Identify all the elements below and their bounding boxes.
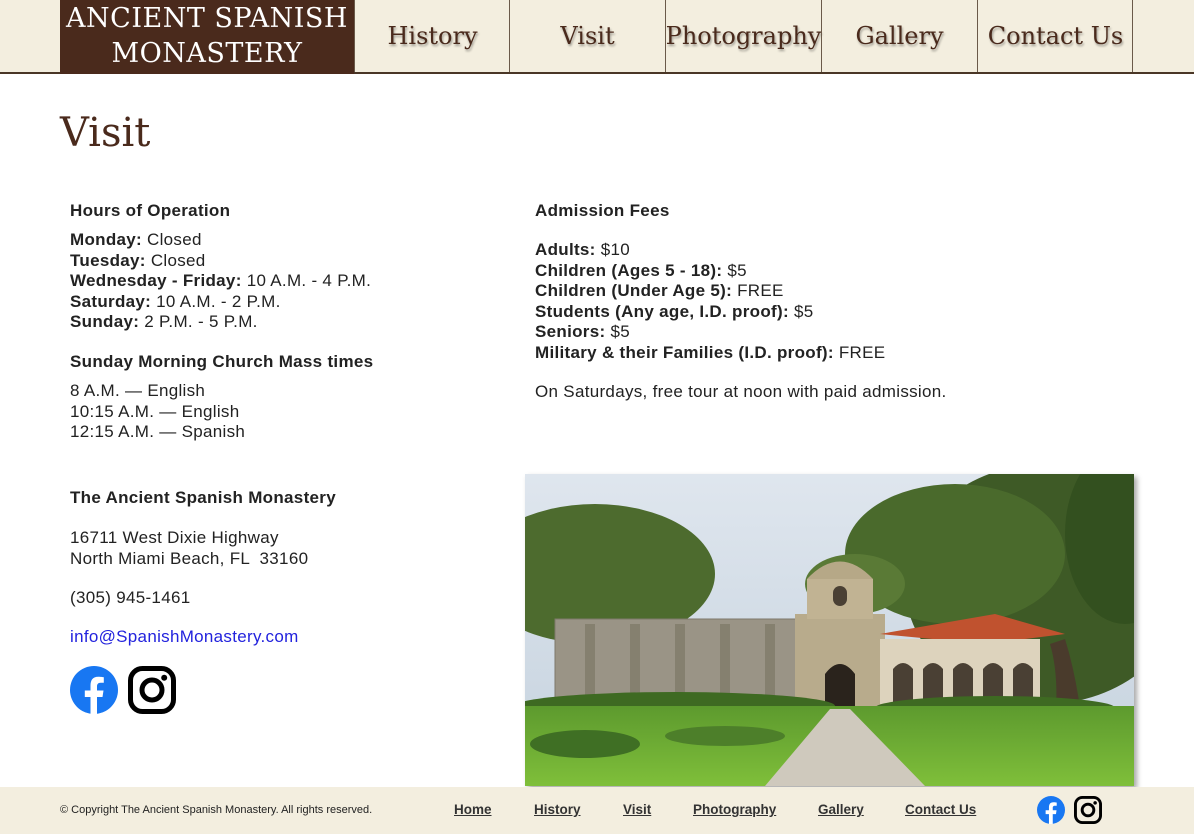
nav-photography[interactable]: Photography [665, 0, 821, 72]
hours-row: Wednesday - Friday: 10 A.M. - 4 P.M. [70, 271, 371, 292]
mass-time: 8 A.M. — English [70, 381, 206, 400]
mass-time: 12:15 A.M. — Spanish [70, 422, 246, 441]
address: 16711 West Dixie Highway North Miami Bea… [70, 528, 308, 569]
hours-day: Saturday: [70, 291, 152, 311]
nav-gallery[interactable]: Gallery [821, 0, 977, 72]
instagram-icon[interactable] [128, 666, 176, 714]
fee-label: Adults: [535, 240, 596, 259]
page-title: Visit [60, 110, 151, 156]
nav-contact-us[interactable]: Contact Us [977, 0, 1133, 72]
fee-row: Students (Any age, I.D. proof): $5 [535, 302, 885, 323]
hours-list: Monday: Closed Tuesday: Closed Wednesday… [70, 230, 371, 333]
fee-row: Children (Ages 5 - 18): $5 [535, 261, 885, 282]
footer-link-home[interactable]: Home [454, 802, 492, 817]
nav-visit[interactable]: Visit [509, 0, 665, 72]
hours-row: Saturday: 10 A.M. - 2 P.M. [70, 292, 371, 313]
hours-row: Monday: Closed [70, 230, 371, 251]
fee-label: Children (Ages 5 - 18): [535, 260, 723, 280]
hours-day: Sunday: [70, 312, 140, 331]
facebook-icon[interactable] [70, 666, 118, 714]
logo-line-2: MONASTERY [111, 38, 303, 69]
logo-line-1: ANCIENT SPANISH [66, 3, 348, 34]
mass-list: 8 A.M. — English 10:15 A.M. — English 12… [70, 381, 245, 443]
phone-number: (305) 945-1461 [70, 588, 191, 607]
fees-heading: Admission Fees [535, 201, 670, 220]
hours-day: Monday: [70, 230, 142, 249]
hours-time: 10 A.M. - 2 P.M. [156, 291, 281, 311]
fee-label: Military & their Families (I.D. proof): [535, 342, 834, 362]
fees-list: Adults: $10 Children (Ages 5 - 18): $5 C… [535, 240, 885, 363]
footer-link-visit[interactable]: Visit [623, 802, 651, 817]
site-header: ANCIENT SPANISH MONASTERY History Visit … [0, 0, 1194, 74]
nav-divider [1132, 0, 1133, 72]
footer-link-history[interactable]: History [534, 802, 581, 817]
site-logo[interactable]: ANCIENT SPANISH MONASTERY [60, 0, 354, 74]
mass-heading: Sunday Morning Church Mass times [70, 352, 374, 371]
address-line-1: 16711 West Dixie Highway [70, 528, 279, 547]
email-link[interactable]: info@SpanishMonastery.com [70, 627, 299, 648]
hours-row: Tuesday: Closed [70, 251, 371, 272]
fee-row: Seniors: $5 [535, 322, 885, 343]
hours-day: Wednesday - Friday: [70, 271, 242, 290]
fee-row: Children (Under Age 5): FREE [535, 281, 885, 302]
monastery-photo [525, 474, 1134, 786]
fee-label: Students (Any age, I.D. proof): [535, 301, 789, 321]
hours-time: 10 A.M. - 4 P.M. [246, 271, 372, 290]
fee-value: $5 [727, 260, 747, 280]
fee-row: Military & their Families (I.D. proof): … [535, 343, 885, 364]
fee-value: FREE [838, 342, 886, 362]
fee-row: Adults: $10 [535, 240, 885, 261]
hours-time: Closed [150, 250, 206, 270]
tour-note: On Saturdays, free tour at noon with pai… [535, 382, 947, 401]
address-line-2: North Miami Beach, FL 33160 [70, 548, 309, 568]
instagram-icon[interactable] [1074, 796, 1102, 824]
facebook-icon[interactable] [1037, 796, 1065, 824]
copyright-text: © Copyright The Ancient Spanish Monaster… [60, 804, 373, 816]
footer-link-contact-us[interactable]: Contact Us [905, 802, 976, 817]
hours-time: 2 P.M. - 5 P.M. [144, 312, 258, 331]
fee-value: $5 [610, 322, 630, 341]
fee-label: Seniors: [535, 322, 606, 341]
hours-day: Tuesday: [70, 250, 146, 270]
footer-link-photography[interactable]: Photography [693, 802, 776, 817]
monastery-name: The Ancient Spanish Monastery [70, 488, 336, 507]
hours-row: Sunday: 2 P.M. - 5 P.M. [70, 312, 371, 333]
footer-link-gallery[interactable]: Gallery [818, 802, 864, 817]
site-footer: © Copyright The Ancient Spanish Monaster… [0, 787, 1194, 834]
hours-time: Closed [147, 230, 202, 249]
fee-value: FREE [737, 281, 784, 300]
fee-value: $10 [600, 240, 630, 259]
mass-time: 10:15 A.M. — English [70, 401, 240, 421]
fee-label: Children (Under Age 5): [535, 281, 733, 300]
nav-history[interactable]: History [354, 0, 510, 72]
hours-heading: Hours of Operation [70, 201, 231, 220]
fee-value: $5 [793, 301, 814, 321]
